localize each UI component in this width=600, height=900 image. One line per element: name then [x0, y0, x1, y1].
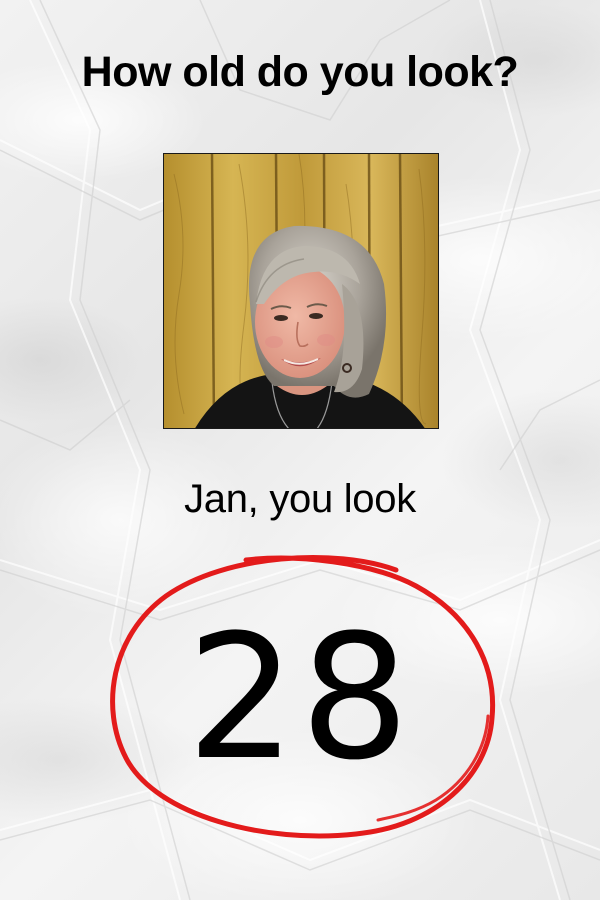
age-number: 28	[186, 597, 414, 798]
result-caption: Jan, you look	[184, 477, 416, 521]
portrait-photo	[163, 153, 439, 429]
page-title: How old do you look?	[81, 48, 519, 96]
